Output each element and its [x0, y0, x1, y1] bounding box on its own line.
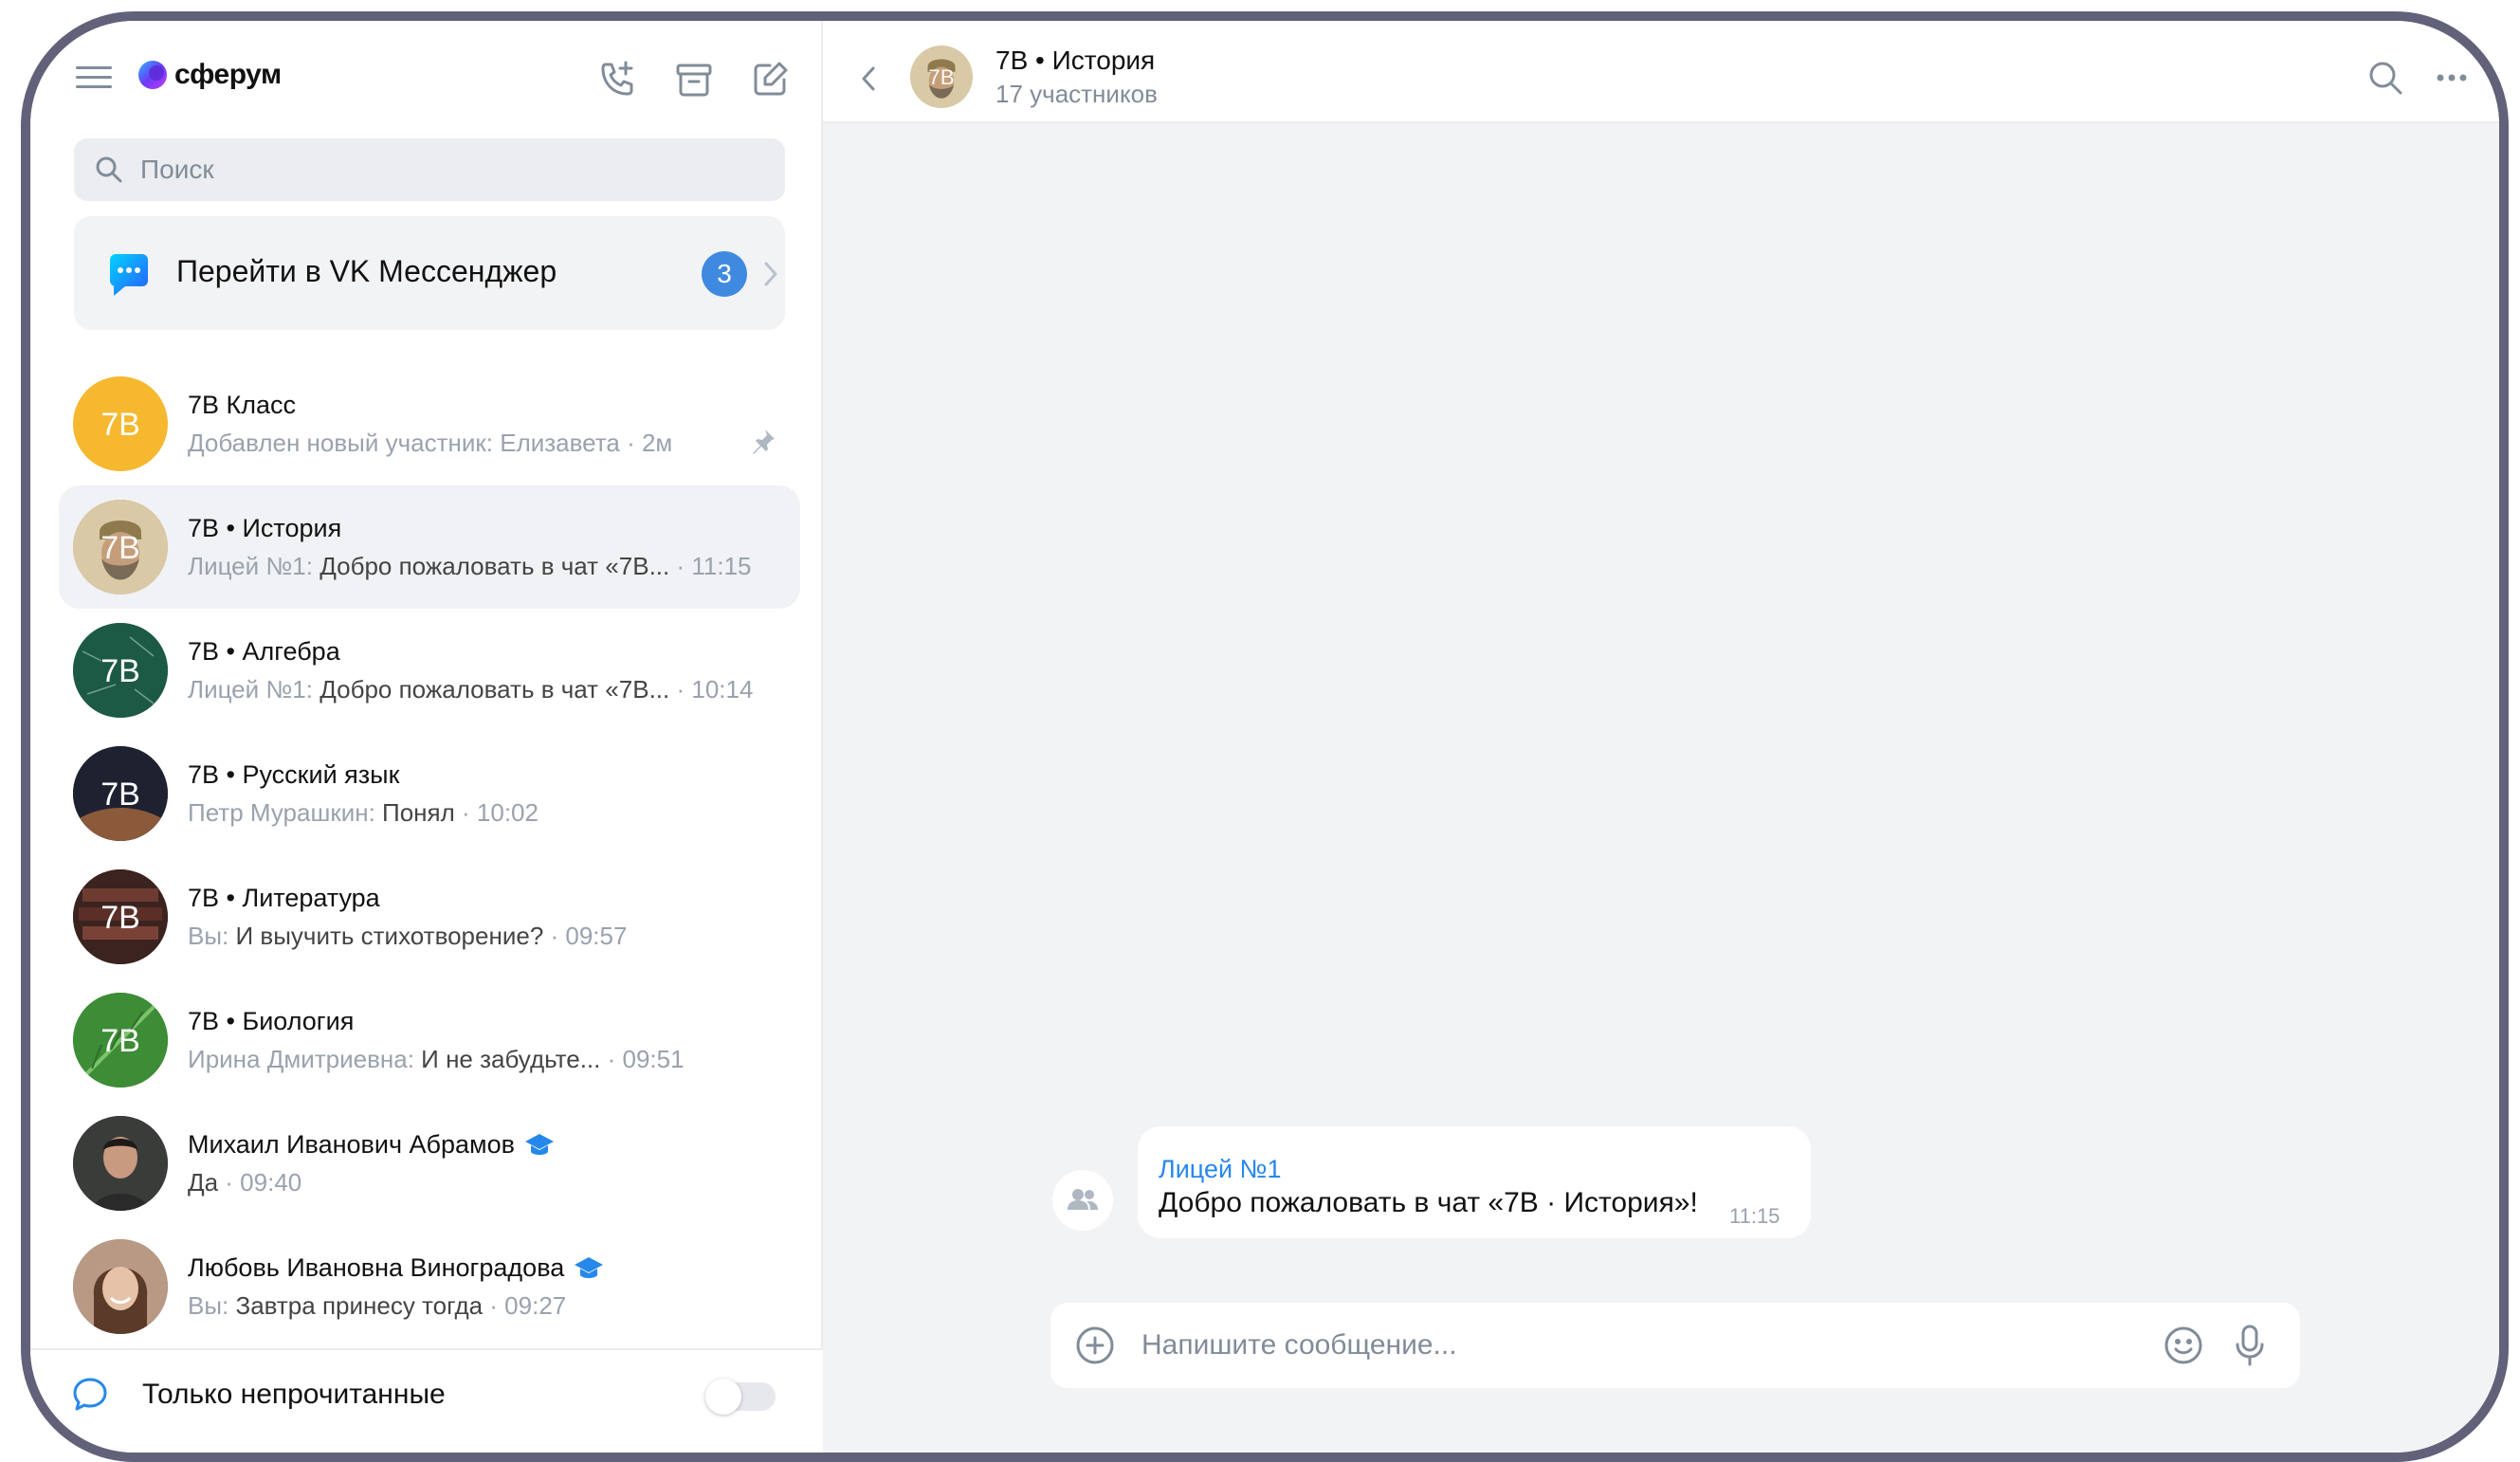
avatar: 7В — [73, 869, 168, 964]
chat-title: 7В • Русский язык — [188, 760, 400, 789]
unread-badge: 3 — [702, 251, 747, 297]
avatar: 7В — [73, 376, 168, 471]
chat-item-biology[interactable]: 7В 7В • Биология Ирина Дмитриевна: И не … — [30, 978, 823, 1102]
brand-name: сферум — [174, 59, 282, 90]
conversation-header: 7В 7В • История 17 участников — [823, 21, 2499, 123]
more-icon[interactable] — [2433, 59, 2471, 97]
chevron-right-icon — [764, 262, 777, 286]
chat-list: 7В 7В Класс Добавлен новый участник: Ели… — [30, 362, 823, 1348]
search-bar[interactable] — [74, 138, 785, 201]
avatar-text: 7В — [928, 65, 954, 89]
chat-preview: Ирина Дмитриевна: И не забудьте... · 09:… — [188, 1045, 685, 1073]
avatar: 7В — [73, 746, 168, 841]
chat-item-vinogradova[interactable]: Любовь Ивановна Виноградова Вы: Завтра п… — [30, 1225, 823, 1348]
sidebar: сферум Поиск Перейти в VK Мессенджер 3 7… — [30, 21, 823, 1453]
avatar — [73, 1116, 168, 1211]
message-text: Добро пожаловать в чат «7В · История»! — [1159, 1187, 1698, 1218]
chat-preview: Лицей №1: Добро пожаловать в чат «7В... … — [188, 675, 754, 704]
chat-item-abramov[interactable]: Михаил Иванович Абрамов Да · 09:40 — [30, 1102, 823, 1225]
participants-count[interactable]: 17 участников — [995, 80, 1158, 109]
conversation-title[interactable]: 7В • История — [995, 46, 1155, 76]
search-icon — [96, 156, 122, 183]
emoji-icon[interactable] — [2164, 1325, 2203, 1365]
chat-preview: Да · 09:40 — [188, 1168, 302, 1197]
attach-plus-icon[interactable] — [1075, 1325, 1115, 1365]
chat-preview: Лицей №1: Добро пожаловать в чат «7В... … — [188, 552, 752, 580]
avatar: 7В — [73, 500, 168, 594]
chat-preview: Вы: Завтра принесу тогда · 09:27 — [188, 1291, 567, 1320]
avatar-text: 7В — [100, 777, 140, 813]
chat-title: Михаил Иванович Абрамов — [188, 1130, 555, 1160]
brand-logo: сферум — [137, 59, 282, 91]
avatar-text: 7В — [100, 407, 140, 443]
avatar: 7В — [73, 993, 168, 1087]
vk-messenger-label: Перейти в VK Мессенджер — [176, 254, 557, 288]
chat-bubble-icon — [73, 1378, 107, 1411]
message-author[interactable]: Лицей №1 — [1159, 1155, 1282, 1184]
pin-icon — [753, 429, 775, 454]
message-input[interactable] — [1141, 1303, 2165, 1388]
avatar — [73, 1239, 168, 1334]
sidebar-header: сферум — [30, 21, 823, 127]
unread-only-toggle[interactable] — [705, 1379, 776, 1415]
back-arrow-icon[interactable] — [859, 64, 878, 93]
chat-item-history[interactable]: 7В 7В • История Лицей №1: Добро пожалова… — [30, 485, 823, 609]
conversation-avatar[interactable]: 7В — [910, 46, 973, 108]
teacher-badge-icon — [575, 1256, 604, 1278]
message-composer — [1050, 1303, 2300, 1388]
conversation-pane: 7В 7В • История 17 участников Лицей №1 Д… — [823, 21, 2499, 1453]
microphone-icon[interactable] — [2234, 1324, 2266, 1367]
unread-filter-bar: Только непрочитанные — [30, 1348, 823, 1453]
compose-icon[interactable] — [747, 57, 793, 102]
chat-title: 7В Класс — [188, 391, 297, 419]
chat-preview: Петр Мурашкин: Понял · 10:02 — [188, 798, 539, 827]
app-window: сферум Поиск Перейти в VK Мессенджер 3 7… — [21, 11, 2509, 1462]
search-icon[interactable] — [2366, 59, 2404, 97]
message-bubble: Лицей №1 Добро пожаловать в чат «7В · Ис… — [1138, 1126, 1811, 1238]
menu-icon[interactable] — [76, 63, 114, 91]
search-input[interactable] — [140, 138, 766, 201]
vk-messenger-icon — [110, 254, 148, 296]
chat-title: 7В • Биология — [188, 1007, 355, 1035]
sender-avatar[interactable] — [1052, 1170, 1113, 1231]
chat-title: 7В • Литература — [188, 884, 380, 912]
chat-title: 7В • История — [188, 514, 342, 542]
chat-item-literature[interactable]: 7В 7В • Литература Вы: И выучить стихотв… — [30, 855, 823, 978]
sferum-logo-icon — [138, 61, 167, 89]
group-icon — [1068, 1189, 1098, 1210]
chat-item-7v-class[interactable]: 7В 7В Класс Добавлен новый участник: Ели… — [30, 362, 823, 485]
chat-preview: Вы: И выучить стихотворение? · 09:57 — [188, 922, 628, 950]
avatar-text: 7В — [100, 653, 140, 689]
chat-title: Любовь Ивановна Виноградова — [188, 1253, 604, 1283]
chat-title: 7В • Алгебра — [188, 637, 340, 666]
unread-only-label: Только непрочитанные — [142, 1379, 446, 1410]
new-call-icon[interactable] — [595, 57, 641, 102]
message-time: 11:15 — [1729, 1204, 1780, 1228]
avatar-text: 7В — [100, 1023, 140, 1059]
archive-icon[interactable] — [671, 57, 717, 102]
vk-messenger-banner[interactable]: Перейти в VK Мессенджер 3 — [74, 216, 785, 330]
avatar-text: 7В — [100, 900, 140, 936]
teacher-badge-icon — [524, 1133, 554, 1155]
chat-preview: Добавлен новый участник: Елизавета · 2м — [188, 429, 673, 457]
avatar-text: 7В — [100, 530, 140, 566]
chat-item-russian[interactable]: 7В 7В • Русский язык Петр Мурашкин: Поня… — [30, 732, 823, 855]
chat-item-algebra[interactable]: 7В 7В • Алгебра Лицей №1: Добро пожалова… — [30, 609, 823, 732]
avatar: 7В — [73, 623, 168, 718]
